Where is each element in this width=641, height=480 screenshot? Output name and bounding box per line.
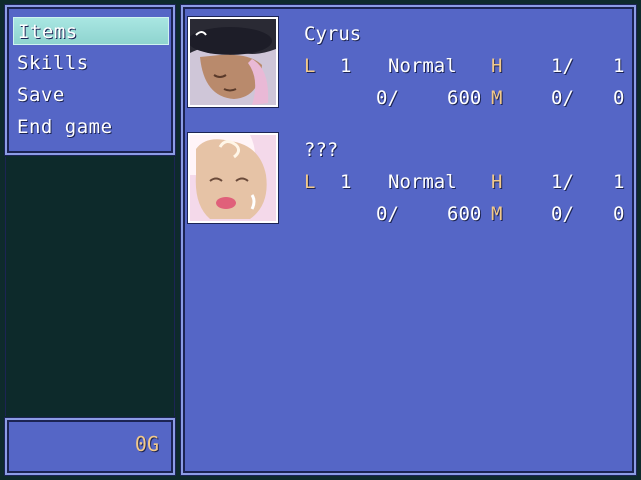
gold-window: 0G bbox=[5, 418, 175, 475]
menu-item-save[interactable]: Save bbox=[13, 81, 169, 109]
hp-label: H bbox=[491, 55, 503, 77]
member-name: Cyrus bbox=[304, 23, 362, 45]
command-menu-window: Items Skills Save End game bbox=[5, 5, 175, 155]
level-label: L bbox=[304, 55, 316, 77]
mp-current: 0/ bbox=[551, 87, 574, 109]
hp-current: 1/ bbox=[551, 55, 574, 77]
party-status-window: Cyrus L 1 Normal H 1/ 1 0/ 600 M 0/ 0 ??… bbox=[181, 5, 636, 475]
mp-label: M bbox=[491, 203, 503, 225]
menu-item-items[interactable]: Items bbox=[13, 17, 169, 45]
menu-item-skills[interactable]: Skills bbox=[13, 49, 169, 77]
hp-current: 1/ bbox=[551, 171, 574, 193]
gold-amount: 0G bbox=[134, 432, 159, 456]
cyrus-portrait-icon[interactable] bbox=[188, 17, 278, 107]
mp-label: M bbox=[491, 87, 503, 109]
hp-max: 1 bbox=[613, 171, 625, 193]
level-label: L bbox=[304, 171, 316, 193]
level-value: 1 bbox=[340, 55, 352, 77]
state-value: Normal bbox=[388, 55, 457, 77]
level-value: 1 bbox=[340, 171, 352, 193]
hp-label: H bbox=[491, 171, 503, 193]
exp-current: 0/ bbox=[376, 203, 399, 225]
state-value: Normal bbox=[388, 171, 457, 193]
exp-next: 600 bbox=[447, 87, 482, 109]
unknown-girl-portrait-icon[interactable] bbox=[188, 133, 278, 223]
mp-current: 0/ bbox=[551, 203, 574, 225]
hp-max: 1 bbox=[613, 55, 625, 77]
mp-max: 0 bbox=[613, 203, 625, 225]
empty-panel bbox=[5, 157, 175, 416]
exp-next: 600 bbox=[447, 203, 482, 225]
member-name: ??? bbox=[304, 139, 339, 161]
menu-item-end-game[interactable]: End game bbox=[13, 113, 169, 141]
exp-current: 0/ bbox=[376, 87, 399, 109]
mp-max: 0 bbox=[613, 87, 625, 109]
